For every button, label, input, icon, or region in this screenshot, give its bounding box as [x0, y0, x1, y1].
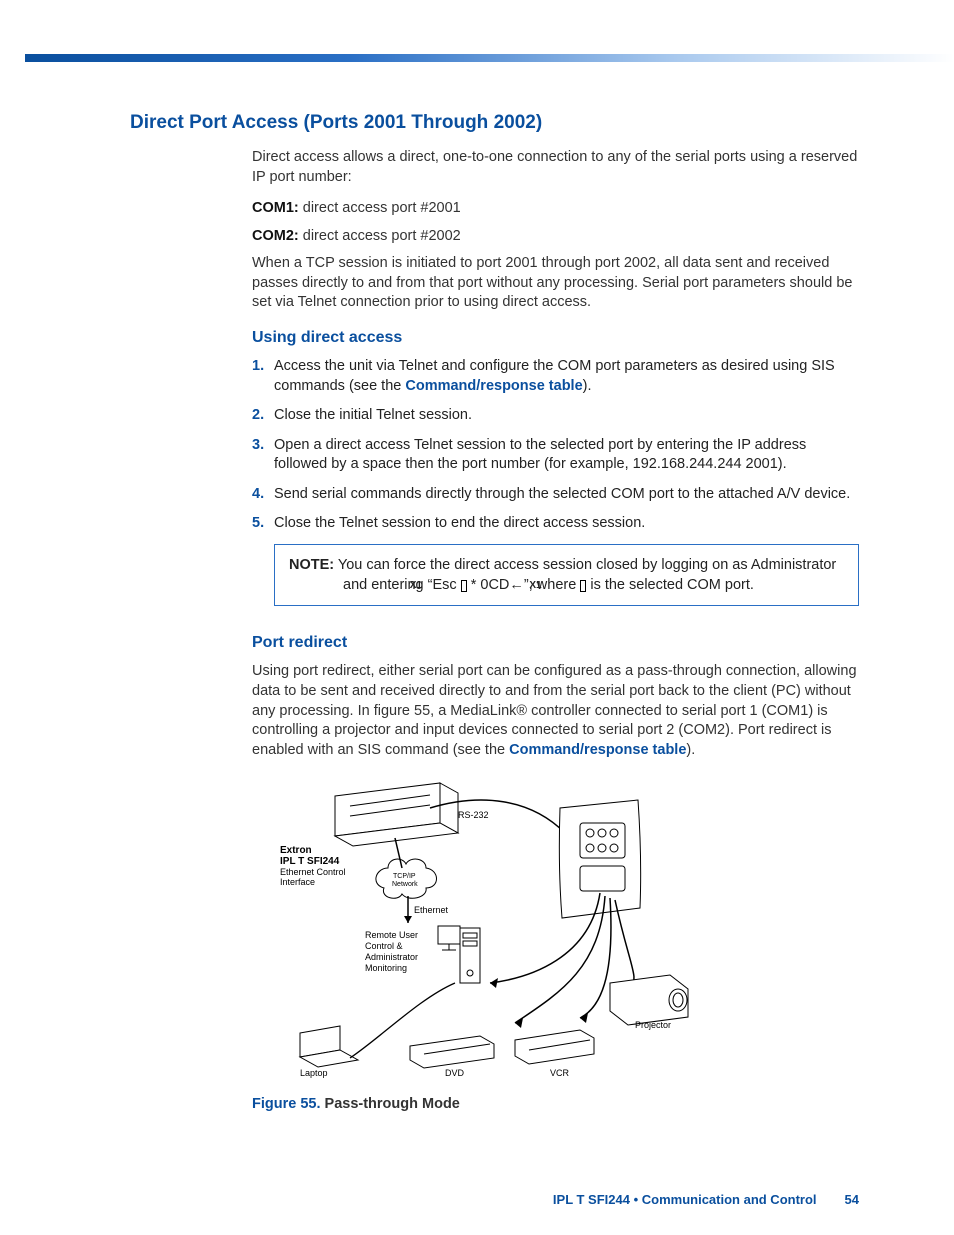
svg-text:VCR: VCR	[550, 1068, 570, 1078]
svg-text:DVD: DVD	[445, 1068, 465, 1078]
step-4: 4. Send serial commands directly through…	[252, 485, 859, 505]
svg-text:Monitoring: Monitoring	[365, 963, 407, 973]
svg-text:Laptop: Laptop	[300, 1068, 328, 1078]
svg-text:IPL T SFI244: IPL T SFI244	[280, 856, 340, 867]
port-redirect-para: Using port redirect, either serial port …	[252, 662, 859, 760]
svg-text:Ethernet: Ethernet	[414, 905, 449, 915]
svg-text:Interface: Interface	[280, 877, 315, 887]
step-number: 5.	[252, 514, 274, 534]
step-number: 1.	[252, 357, 274, 377]
using-direct-access-heading: Using direct access	[252, 329, 859, 347]
steps-list: 1. Access the unit via Telnet and config…	[252, 357, 859, 534]
svg-text:Administrator: Administrator	[365, 952, 418, 962]
svg-text:Control &: Control &	[365, 941, 403, 951]
note-box: NOTE: You can force the direct access se…	[274, 544, 859, 607]
tcp-para: When a TCP session is initiated to port …	[252, 254, 859, 313]
svg-text:Extron: Extron	[280, 845, 312, 856]
page-title: Direct Port Access (Ports 2001 Through 2…	[130, 112, 859, 134]
figure-55: Extron IPL T SFI244 Ethernet Control Int…	[280, 778, 859, 1083]
svg-text:Network: Network	[392, 881, 418, 888]
com2-line: COM2: direct access port #2002	[252, 227, 859, 247]
step-5: 5. Close the Telnet session to end the d…	[252, 514, 859, 534]
svg-text:Ethernet Control: Ethernet Control	[280, 867, 346, 877]
com1-line: COM1: direct access port #2001	[252, 199, 859, 219]
intro-para: Direct access allows a direct, one-to-on…	[252, 148, 859, 187]
header-stripe	[25, 54, 954, 62]
step-1: 1. Access the unit via Telnet and config…	[252, 357, 859, 396]
svg-text:Projector: Projector	[635, 1020, 671, 1030]
figure-caption: Figure 55. Pass-through Mode	[252, 1095, 859, 1115]
svg-text:TCP/IP: TCP/IP	[393, 873, 416, 880]
page-footer: IPL T SFI244 • Communication and Control…	[553, 1192, 859, 1207]
port-redirect-heading: Port redirect	[252, 634, 859, 652]
step-3: 3. Open a direct access Telnet session t…	[252, 436, 859, 475]
step-2: 2. Close the initial Telnet session.	[252, 406, 859, 426]
diagram-svg: Extron IPL T SFI244 Ethernet Control Int…	[280, 778, 710, 1078]
command-response-link[interactable]: Command/response table	[509, 742, 686, 758]
svg-text:Remote User: Remote User	[365, 930, 418, 940]
step-number: 3.	[252, 436, 274, 456]
step-number: 2.	[252, 406, 274, 426]
svg-text:RS-232: RS-232	[458, 810, 489, 820]
step-number: 4.	[252, 485, 274, 505]
command-response-link[interactable]: Command/response table	[405, 378, 582, 394]
